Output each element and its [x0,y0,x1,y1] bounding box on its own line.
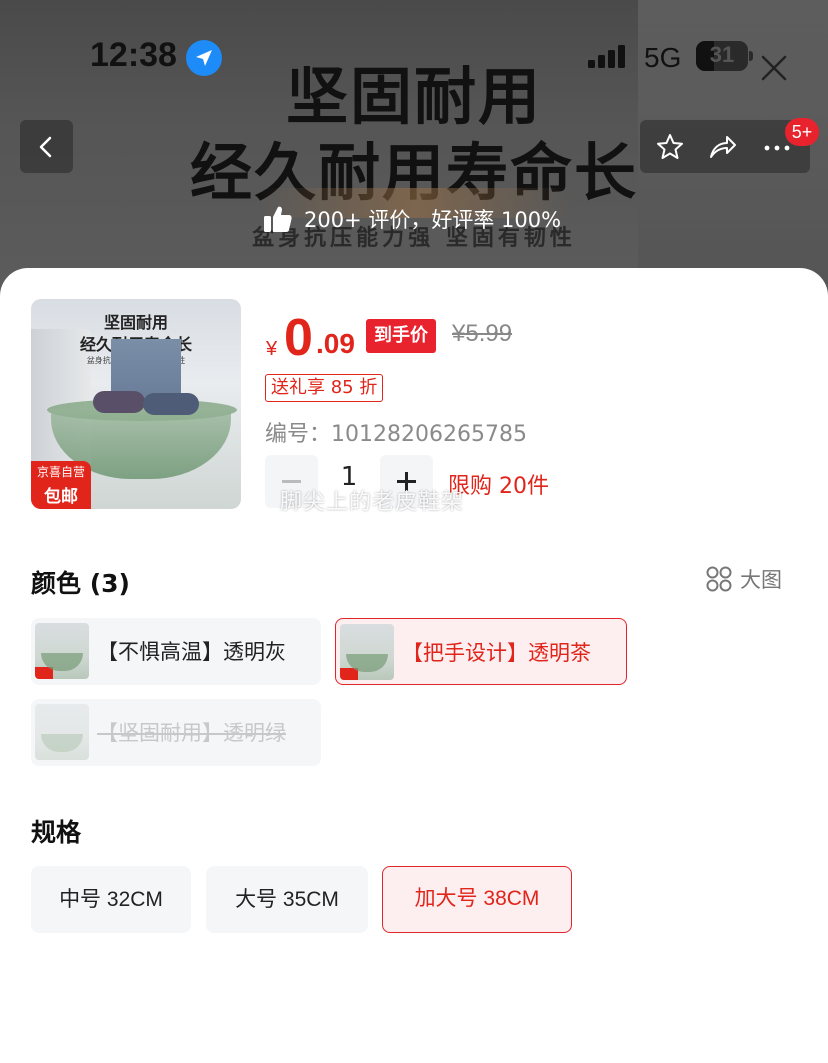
image-shoe-left [93,391,145,413]
grid-icon [706,566,732,592]
status-time: 12:38 [90,36,177,74]
product-thumbnail[interactable]: 坚固耐用 经久耐用寿命长 盆身抗压能力强 坚固有韧性 京喜自营 包邮 [31,299,241,509]
spec-section-title: 规格 [31,818,82,847]
price-currency: ¥ [266,338,278,360]
color-option-label: 【坚固耐用】透明绿 [97,721,286,745]
back-button[interactable] [20,120,73,173]
sku-number: 编号：10128206265785 [265,422,527,447]
battery-icon: 31 [696,41,754,71]
color-section-title: 颜色 (3) [31,569,130,598]
chevron-left-icon [39,136,52,158]
spec-option[interactable]: 中号 32CM [31,866,191,933]
share-icon[interactable] [707,132,737,162]
spec-option[interactable]: 大号 35CM [206,866,368,933]
sku-selector-sheet: 坚固耐用 经久耐用寿命长 盆身抗压能力强 坚固有韧性 京喜自营 包邮 ¥ 0 .… [0,268,828,1063]
color-option-label: 【把手设计】透明茶 [402,641,591,665]
spec-option-selected[interactable]: 加大号 38CM [382,866,572,933]
color-thumbnail [35,623,89,679]
free-shipping-label: 包邮 [44,487,78,507]
final-price-tag: 到手价 [366,319,436,353]
image-title-line1: 坚固耐用 [103,313,168,332]
big-image-toggle[interactable]: 大图 [706,564,782,594]
thumbs-up-icon [264,206,292,232]
price-integer: 0 [284,309,313,367]
battery-level: 31 [709,42,735,67]
color-thumbnail [35,704,89,760]
color-option[interactable]: 【不惧高温】透明灰 [31,618,321,685]
color-option-disabled: 【坚固耐用】透明绿 [31,699,321,766]
self-operated-label: 京喜自营 [36,465,85,479]
big-image-label: 大图 [740,568,782,592]
review-text: 200+ 评价，好评率 100% [304,208,562,232]
image-legs [111,339,181,399]
original-price: ¥5.99 [452,320,513,347]
review-summary[interactable]: 200+ 评价，好评率 100% [262,203,561,235]
signal-icon [588,45,625,68]
location-arrow-icon [186,40,222,76]
promo-tag: 送礼享 85 折 [265,374,384,402]
color-option-selected[interactable]: 【把手设计】透明茶 [335,618,627,685]
image-shoe-right [143,393,199,415]
color-thumbnail [340,624,394,680]
star-icon[interactable] [655,132,685,162]
watermark: 脚尖上的老皮鞋架 [280,490,465,515]
network-type: 5G [644,42,682,73]
notification-badge: 5+ [785,118,819,146]
price-decimal: .09 [316,328,355,359]
close-icon[interactable] [760,54,788,82]
color-option-label: 【不惧高温】透明灰 [97,640,286,664]
